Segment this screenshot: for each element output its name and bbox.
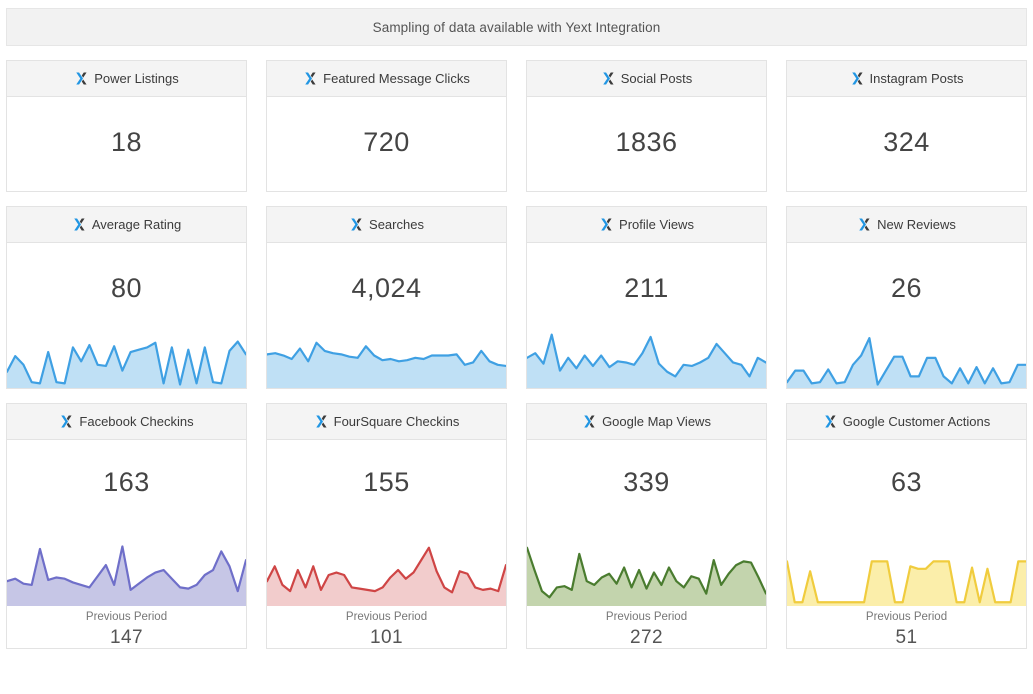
page-banner: Sampling of data available with Yext Int… <box>6 8 1027 46</box>
metric-card-profile-views[interactable]: Profile Views 211 <box>526 206 767 389</box>
card-title: Power Listings <box>94 71 179 86</box>
sparkline-new-reviews <box>787 330 1026 388</box>
sparkline-facebook-checkins <box>7 544 246 606</box>
yext-x-logo-icon <box>74 71 89 86</box>
card-body-instagram-posts: 324 <box>787 97 1026 191</box>
metric-card-featured-message-clicks[interactable]: Featured Message Clicks 720 <box>266 60 507 192</box>
sparkline-average-rating <box>7 330 246 388</box>
metric-value: 80 <box>110 273 143 303</box>
metric-value: 4,024 <box>351 273 422 303</box>
card-header-new-reviews: New Reviews <box>787 207 1026 243</box>
previous-period-value: 101 <box>370 626 403 648</box>
page-title: Sampling of data available with Yext Int… <box>372 19 661 35</box>
metric-card-average-rating[interactable]: Average Rating 80 <box>6 206 247 389</box>
metric-value: 163 <box>103 467 150 497</box>
previous-period-label: Previous Period <box>85 611 168 623</box>
metric-card-new-reviews[interactable]: New Reviews 26 <box>786 206 1027 389</box>
card-title: Google Customer Actions <box>842 414 991 429</box>
sparkline-google-customer-actions <box>787 544 1026 606</box>
previous-period-block: Previous Period27224.63% <box>527 610 766 648</box>
previous-period-block: Previous Period5121.57% <box>787 610 1026 648</box>
card-body-power-listings: 18 <box>7 97 246 191</box>
metric-card-power-listings[interactable]: Power Listings 18 <box>6 60 247 192</box>
yext-x-logo-icon <box>582 414 597 429</box>
card-body-average-rating: 80 <box>7 243 246 388</box>
metric-card-instagram-posts[interactable]: Instagram Posts 324 <box>786 60 1027 192</box>
card-title: Social Posts <box>620 71 693 86</box>
sparkline-foursquare-checkins <box>267 544 506 606</box>
metric-card-facebook-checkins[interactable]: Facebook Checkins163Previous Period14710… <box>6 403 247 649</box>
metric-value: 155 <box>363 467 410 497</box>
card-body-searches: 4,024 <box>267 243 506 388</box>
card-body-facebook-checkins: 163Previous Period14710.88% <box>7 440 246 648</box>
metrics-row-1: Power Listings 18 Featured Message Clicks 7… <box>6 60 1027 192</box>
metric-value: 63 <box>890 467 923 497</box>
card-title: New Reviews <box>877 217 956 232</box>
card-header-searches: Searches <box>267 207 506 243</box>
card-header-foursquare-checkins: FourSquare Checkins <box>267 404 506 440</box>
previous-period-block: Previous Period10153.47% <box>267 610 506 648</box>
metric-value: 720 <box>363 127 410 157</box>
sparkline-profile-views <box>527 330 766 388</box>
metric-value: 211 <box>624 273 669 303</box>
card-header-facebook-checkins: Facebook Checkins <box>7 404 246 440</box>
previous-period-label: Previous Period <box>605 611 688 623</box>
card-title: Searches <box>369 217 424 232</box>
previous-period-label: Previous Period <box>865 611 948 623</box>
card-body-profile-views: 211 <box>527 243 766 388</box>
card-title: FourSquare Checkins <box>333 414 460 429</box>
metrics-row-2: Average Rating 80 Searches 4,024 Profile Vie… <box>6 206 1027 389</box>
metric-card-google-map-views[interactable]: Google Map Views339Previous Period27224.… <box>526 403 767 649</box>
metric-value: 339 <box>623 467 670 497</box>
card-title: Google Map Views <box>602 414 711 429</box>
card-header-google-map-views: Google Map Views <box>527 404 766 440</box>
card-body-new-reviews: 26 <box>787 243 1026 388</box>
card-body-featured-message-clicks: 720 <box>267 97 506 191</box>
card-header-google-customer-actions: Google Customer Actions <box>787 404 1026 440</box>
metric-value: 26 <box>890 273 923 303</box>
card-header-power-listings: Power Listings <box>7 61 246 97</box>
metrics-grid: Power Listings 18 Featured Message Clicks 7… <box>0 46 1033 649</box>
yext-x-logo-icon <box>59 414 74 429</box>
card-title: Facebook Checkins <box>79 414 194 429</box>
yext-x-logo-icon <box>599 217 614 232</box>
card-body-google-customer-actions: 63Previous Period5121.57% <box>787 440 1026 648</box>
yext-x-logo-icon <box>823 414 838 429</box>
card-title: Instagram Posts <box>869 71 964 86</box>
previous-period-value: 51 <box>895 626 918 648</box>
card-title: Average Rating <box>91 217 182 232</box>
metric-card-searches[interactable]: Searches 4,024 <box>266 206 507 389</box>
card-title: Featured Message Clicks <box>323 71 470 86</box>
yext-x-logo-icon <box>850 71 865 86</box>
card-body-foursquare-checkins: 155Previous Period10153.47% <box>267 440 506 648</box>
metric-value: 18 <box>110 127 143 157</box>
metric-card-social-posts[interactable]: Social Posts 1836 <box>526 60 767 192</box>
metric-card-google-customer-actions[interactable]: Google Customer Actions 63 Previous Period… <box>786 403 1027 649</box>
card-body-social-posts: 1836 <box>527 97 766 191</box>
previous-period-value: 272 <box>630 626 663 648</box>
card-header-featured-message-clicks: Featured Message Clicks <box>267 61 506 97</box>
yext-x-logo-icon <box>857 217 872 232</box>
previous-period-value: 147 <box>110 626 143 648</box>
previous-period-block: Previous Period14710.88% <box>7 610 246 648</box>
yext-x-logo-icon <box>349 217 364 232</box>
metric-value: 1836 <box>615 127 678 157</box>
card-header-profile-views: Profile Views <box>527 207 766 243</box>
metrics-row-3: Facebook Checkins 163 Previous Period 147 10… <box>6 403 1027 649</box>
card-header-average-rating: Average Rating <box>7 207 246 243</box>
previous-period-label: Previous Period <box>345 611 428 623</box>
card-header-social-posts: Social Posts <box>527 61 766 97</box>
sparkline-google-map-views <box>527 544 766 606</box>
metric-value: 324 <box>883 127 930 157</box>
yext-x-logo-icon <box>72 217 87 232</box>
yext-x-logo-icon <box>314 414 329 429</box>
sparkline-searches <box>267 330 506 388</box>
yext-x-logo-icon <box>601 71 616 86</box>
card-title: Profile Views <box>619 217 694 232</box>
metric-card-foursquare-checkins[interactable]: FourSquare Checkins 155 Previous Period 101… <box>266 403 507 649</box>
yext-x-logo-icon <box>303 71 318 86</box>
card-header-instagram-posts: Instagram Posts <box>787 61 1026 97</box>
card-body-google-map-views: 339Previous Period27224.63% <box>527 440 766 648</box>
